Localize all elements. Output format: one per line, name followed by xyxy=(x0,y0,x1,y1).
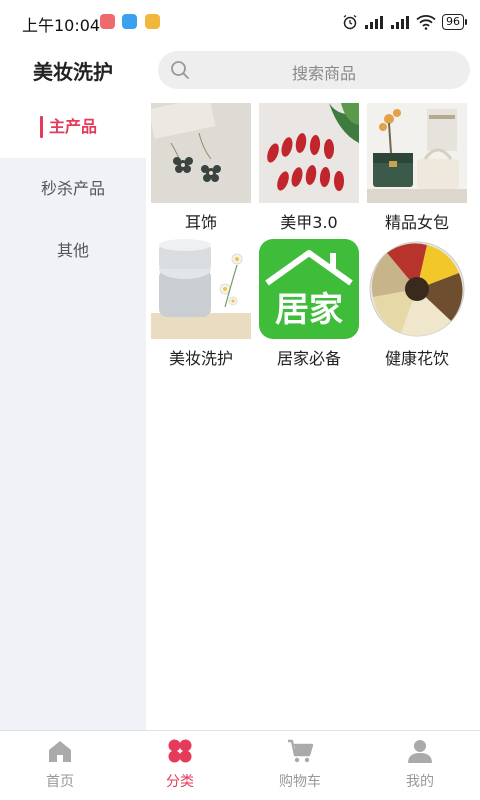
search-input[interactable]: 搜索商品 xyxy=(158,51,470,89)
bottom-tab-bar: 首页 分类 购物车 我的 xyxy=(0,730,480,800)
category-item-home-essentials[interactable]: 居家 居家必备 xyxy=(259,239,359,369)
cart-icon xyxy=(288,739,314,763)
notification-app-icon xyxy=(145,14,160,29)
signal-icon xyxy=(365,16,383,29)
status-time: 上午10:04 xyxy=(22,16,101,35)
wifi-icon xyxy=(416,15,436,30)
alarm-icon xyxy=(343,14,357,30)
category-label: 耳饰 xyxy=(184,213,217,232)
sidebar-item-other[interactable]: 其他 xyxy=(0,220,146,282)
tab-cart[interactable]: 购物车 xyxy=(240,731,360,800)
user-icon xyxy=(408,740,432,763)
category-item-beauty-care[interactable]: 美妆洗护 xyxy=(151,239,251,369)
status-indicators: 96 xyxy=(342,11,467,33)
battery-indicator: 96 xyxy=(442,14,467,30)
category-item-handbags[interactable]: 精品女包 xyxy=(367,103,467,233)
tab-label: 我的 xyxy=(406,774,434,790)
handbag-image xyxy=(367,103,467,203)
home-icon xyxy=(49,741,71,762)
active-indicator xyxy=(40,116,43,138)
home-logo-text: 居家 xyxy=(275,290,343,330)
page-title: 美妆洗护 xyxy=(33,60,113,84)
category-label: 居家必备 xyxy=(276,349,341,368)
category-icon xyxy=(168,739,192,763)
home-logo-image: 居家 xyxy=(259,239,359,339)
notification-app-icon xyxy=(122,14,137,29)
sidebar-item-label: 主产品 xyxy=(48,117,97,136)
category-label: 精品女包 xyxy=(384,213,449,232)
category-item-flower-tea[interactable]: 健康花饮 xyxy=(367,239,467,369)
sidebar-item-label: 其他 xyxy=(56,241,89,260)
category-item-nails[interactable]: 美甲3.0 xyxy=(259,103,359,233)
status-bar: 上午10:04 96 xyxy=(0,0,480,44)
notification-app-icon xyxy=(100,14,115,29)
earring-image xyxy=(151,103,251,203)
nail-image xyxy=(259,103,359,203)
cream-jar-image xyxy=(151,239,251,339)
flower-tea-image xyxy=(367,239,467,339)
sidebar-item-flash-sale[interactable]: 秒杀产品 xyxy=(0,158,146,220)
tab-profile[interactable]: 我的 xyxy=(360,731,480,800)
category-label: 美妆洗护 xyxy=(168,349,233,368)
category-label: 美甲3.0 xyxy=(280,213,338,232)
tab-label: 首页 xyxy=(46,774,74,790)
sidebar-item-label: 秒杀产品 xyxy=(40,179,105,198)
signal-icon xyxy=(391,16,409,29)
search-placeholder: 搜索商品 xyxy=(291,64,356,83)
category-item-earrings[interactable]: 耳饰 xyxy=(151,103,251,233)
tab-label: 购物车 xyxy=(279,774,321,790)
category-label: 健康花饮 xyxy=(384,349,449,368)
sidebar-item-main-products[interactable]: 主产品 xyxy=(0,96,146,158)
sidebar: 主产品 秒杀产品 其他 xyxy=(0,96,146,730)
tab-home[interactable]: 首页 xyxy=(0,731,120,800)
tab-category[interactable]: 分类 xyxy=(120,731,240,800)
tab-label: 分类 xyxy=(166,774,194,790)
